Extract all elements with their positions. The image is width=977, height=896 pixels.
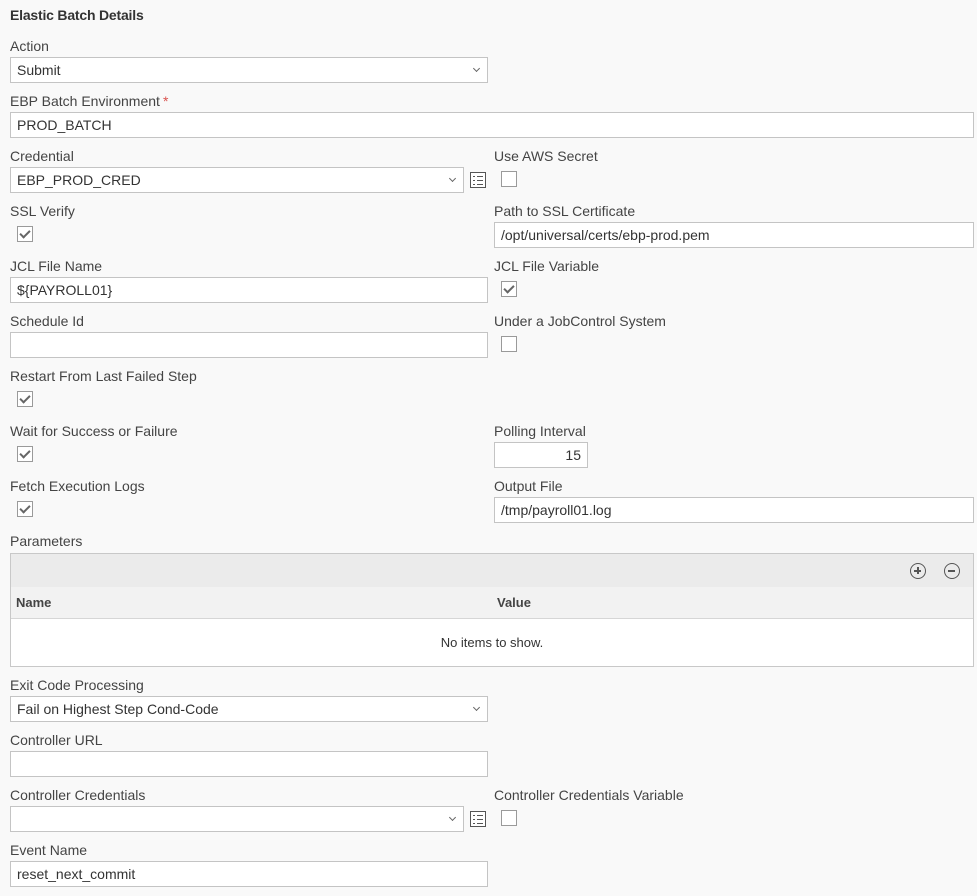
event-name-label: Event Name <box>10 842 88 858</box>
event-name-input[interactable]: reset_next_commit <box>10 861 488 887</box>
jcl-file-name-input[interactable]: ${PAYROLL01} <box>10 277 488 303</box>
ssl-cert-label: Path to SSL Certificate <box>494 203 636 219</box>
use-aws-secret-checkbox[interactable] <box>501 171 517 187</box>
action-value: Submit <box>17 62 61 78</box>
ssl-verify-label: SSL Verify <box>10 203 75 219</box>
credential-value: EBP_PROD_CRED <box>17 172 141 188</box>
fetch-logs-checkbox[interactable] <box>17 501 33 517</box>
section-title: Elastic Batch Details <box>10 7 144 23</box>
exit-code-value: Fail on Highest Step Cond-Code <box>17 701 219 717</box>
controller-creds-select[interactable] <box>10 806 464 832</box>
action-select[interactable]: Submit <box>10 57 488 83</box>
controller-creds-var-label: Controller Credentials Variable <box>494 787 684 803</box>
fetch-logs-label: Fetch Execution Logs <box>10 478 145 494</box>
jobcontrol-label: Under a JobControl System <box>494 313 666 329</box>
empty-message: No items to show. <box>440 635 544 650</box>
jobcontrol-checkbox[interactable] <box>501 336 517 352</box>
wait-checkbox[interactable] <box>17 446 33 462</box>
parameters-grid: Name Value No items to show. <box>10 553 974 667</box>
parameters-toolbar <box>11 554 973 588</box>
controller-creds-var-checkbox[interactable] <box>501 810 517 826</box>
ssl-verify-checkbox[interactable] <box>17 226 33 242</box>
controller-creds-lookup-icon[interactable] <box>470 811 486 827</box>
polling-label: Polling Interval <box>494 423 586 439</box>
add-row-icon[interactable] <box>910 563 926 579</box>
polling-input[interactable]: 15 <box>494 442 588 468</box>
controller-url-input[interactable] <box>10 751 488 777</box>
ssl-cert-input[interactable]: /opt/universal/certs/ebp-prod.pem <box>494 222 974 248</box>
jcl-file-name-label: JCL File Name <box>10 258 103 274</box>
schedule-id-input[interactable] <box>10 332 488 358</box>
chevron-down-icon <box>448 813 457 822</box>
chevron-down-icon <box>472 64 481 73</box>
ebp-env-label-text: EBP Batch Environment <box>10 93 160 109</box>
output-file-input[interactable]: /tmp/payroll01.log <box>494 497 974 523</box>
restart-checkbox[interactable] <box>17 391 33 407</box>
credential-lookup-icon[interactable] <box>470 172 486 188</box>
controller-creds-label: Controller Credentials <box>10 787 146 803</box>
required-mark: * <box>162 93 169 109</box>
exit-code-label: Exit Code Processing <box>10 677 144 693</box>
restart-label: Restart From Last Failed Step <box>10 368 197 384</box>
action-label: Action <box>10 38 49 54</box>
ebp-env-input[interactable]: PROD_BATCH <box>10 112 974 138</box>
ebp-env-label: EBP Batch Environment * <box>10 93 168 109</box>
chevron-down-icon <box>472 703 481 712</box>
parameters-header: Name Value <box>11 587 973 619</box>
column-header-name[interactable]: Name <box>16 595 51 610</box>
use-aws-secret-label: Use AWS Secret <box>494 148 598 164</box>
credential-label: Credential <box>10 148 74 164</box>
exit-code-select[interactable]: Fail on Highest Step Cond-Code <box>10 696 488 722</box>
output-file-label: Output File <box>494 478 563 494</box>
jcl-file-variable-label: JCL File Variable <box>494 258 600 274</box>
credential-select[interactable]: EBP_PROD_CRED <box>10 167 464 193</box>
column-header-value[interactable]: Value <box>497 595 531 610</box>
schedule-id-label: Schedule Id <box>10 313 84 329</box>
controller-url-label: Controller URL <box>10 732 103 748</box>
remove-row-icon[interactable] <box>944 563 960 579</box>
jcl-file-variable-checkbox[interactable] <box>501 281 517 297</box>
wait-label: Wait for Success or Failure <box>10 423 178 439</box>
parameters-label: Parameters <box>10 533 83 549</box>
chevron-down-icon <box>448 174 457 183</box>
